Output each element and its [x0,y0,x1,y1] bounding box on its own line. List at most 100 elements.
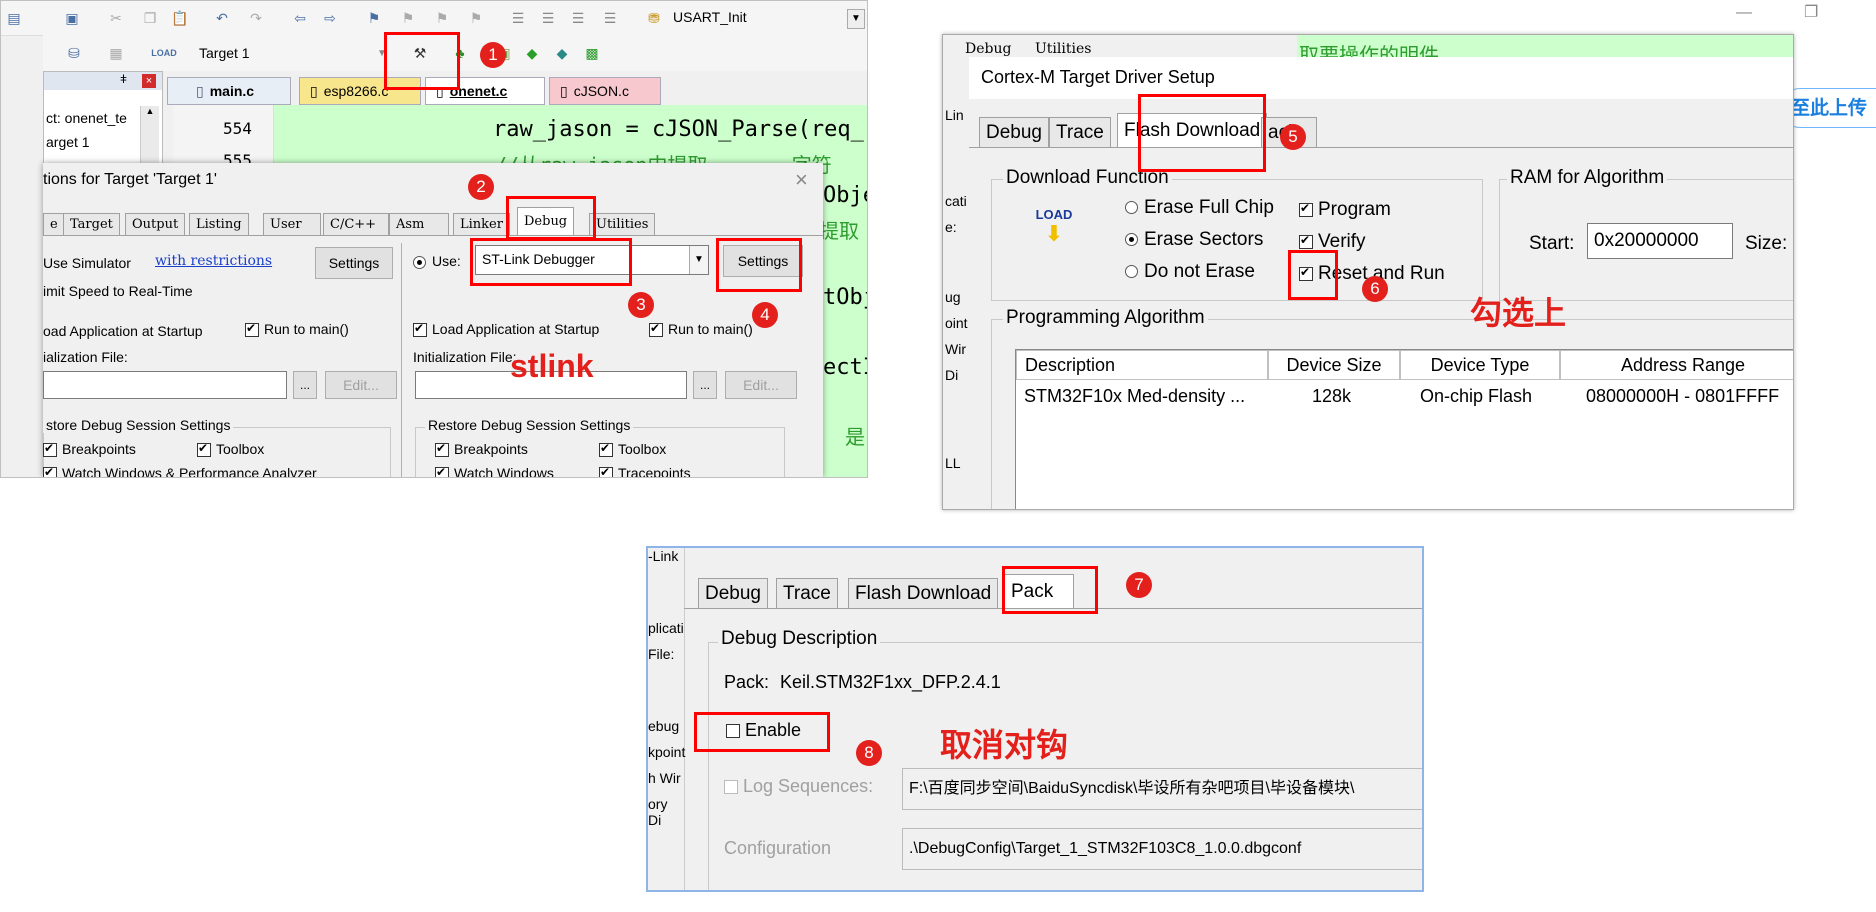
log-path-input[interactable]: F:\百度同步空间\BaiduSyncdisk\毕设所有杂吧项目\毕设备模块\ [902,768,1422,810]
tab-linker[interactable]: Linker [453,213,510,236]
tab-cpp[interactable]: C/C++ [323,213,389,236]
tab-debug[interactable]: Debug [979,117,1049,148]
col-header-device-type[interactable]: Device Type [1400,350,1560,380]
redo-icon[interactable]: ↷ [245,7,267,29]
run-to-main-left[interactable]: Run to main() [245,321,349,338]
checkbox-icon[interactable] [197,441,211,458]
breakpoints-right[interactable]: Breakpoints [435,441,528,458]
radio-icon[interactable] [1125,265,1138,279]
radio-icon[interactable] [413,255,426,269]
edit-left-button[interactable]: Edit... [325,371,397,399]
settings-button-left[interactable]: Settings [315,247,393,279]
browse-right-button[interactable]: ... [693,371,717,399]
comment-icon[interactable]: ☰ [567,7,589,29]
config-path-input[interactable]: .\DebugConfig\Target_1_STM32F103C8_1.0.0… [902,828,1422,870]
checkbox-icon[interactable] [599,465,613,477]
checkbox-icon[interactable] [1299,233,1313,249]
file-icon[interactable]: ▤ [3,7,25,29]
indent-icon[interactable]: ☰ [507,7,529,29]
pack-installer-icon[interactable]: ◆ [521,42,543,64]
minimize-icon[interactable]: — [1736,4,1752,22]
checkbox-icon[interactable] [1299,201,1313,217]
nav-forward-icon[interactable]: ⇨ [319,7,341,29]
tab-utilities[interactable]: Utilities [589,213,656,236]
tab-trace[interactable]: Trace [776,578,838,609]
use-simulator-label[interactable]: Use Simulator [43,255,131,271]
log-sequences-checkbox[interactable]: Log Sequences: [724,776,873,797]
bookmark-icon[interactable]: ⚑ [363,7,385,29]
tab-debug[interactable]: Debug [698,578,768,609]
watch-right[interactable]: Watch Windows [435,465,554,477]
project-target[interactable]: arget 1 [46,134,90,150]
batch-build-icon[interactable]: ▦ [105,42,127,64]
run-to-main-right[interactable]: Run to main() [649,321,753,338]
col-header-address-range[interactable]: Address Range [1560,350,1793,380]
close-pane-icon[interactable]: × [142,74,156,88]
radio-icon[interactable] [1125,201,1138,215]
program-checkbox[interactable]: Program [1299,199,1391,221]
checkbox-icon[interactable] [413,321,427,338]
file-tab-cjson[interactable]: ▯ cJSON.c [549,77,661,105]
tab-device[interactable]: e [43,213,65,236]
checkbox-icon[interactable] [435,465,449,477]
tab-flash-download[interactable]: Flash Download [848,578,999,609]
checkbox-icon[interactable] [599,441,613,458]
tab-output[interactable]: Output [125,213,186,236]
checkbox-icon[interactable] [724,780,738,795]
project-title[interactable]: ct: onenet_te [46,110,127,126]
table-row[interactable]: STM32F10x Med-density ... 128k On-chip F… [1016,382,1793,410]
close-icon[interactable]: × [795,167,808,193]
toolbox-left[interactable]: Toolbox [197,441,264,458]
file-tab-main[interactable]: ▯ main.c [167,77,291,105]
use-debugger-radio[interactable]: Use: [413,253,461,269]
tab-user[interactable]: User [263,213,321,236]
nav-back-icon[interactable]: ⇦ [289,7,311,29]
restore-icon[interactable]: ❐ [1804,2,1818,22]
tab-trace[interactable]: Trace [1049,117,1111,148]
init-file-left-input[interactable] [43,371,287,399]
manage-rte-icon[interactable]: ◆ [551,42,573,64]
col-header-device-size[interactable]: Device Size [1268,350,1400,380]
paste-icon[interactable]: 📋 [169,7,191,29]
pin-icon[interactable]: ǂ [120,72,127,86]
uncomment-icon[interactable]: ☰ [599,7,621,29]
col-header-description[interactable]: Description [1016,350,1268,380]
checkbox-icon[interactable] [245,321,259,338]
checkbox-icon[interactable] [435,441,449,458]
erase-sectors-radio[interactable]: Erase Sectors [1125,229,1263,251]
toolbox-right[interactable]: Toolbox [599,441,666,458]
limit-speed-label[interactable]: imit Speed to Real-Time [43,283,193,299]
software-packs-icon[interactable]: ▩ [581,42,603,64]
checkbox-icon[interactable] [649,321,663,338]
bookmark-prev-icon[interactable]: ⚑ [397,7,419,29]
function-dropdown[interactable]: USART_Init ▼ [673,9,867,29]
do-not-erase-radio[interactable]: Do not Erase [1125,261,1255,283]
browse-left-button[interactable]: ... [293,371,317,399]
edit-right-button[interactable]: Edit... [725,371,797,399]
start-input[interactable]: 0x20000000 [1587,223,1733,259]
watch-left[interactable]: Watch Windows & Performance Analyzer [43,465,317,477]
undo-icon[interactable]: ↶ [211,7,233,29]
find-in-files-icon[interactable]: ⛃ [643,7,665,29]
checkbox-icon[interactable] [43,465,57,477]
load-download-icon[interactable]: LOAD [151,42,177,64]
bookmark-clear-icon[interactable]: ⚑ [465,7,487,29]
radio-icon[interactable] [1125,233,1138,247]
with-restrictions-link[interactable]: with restrictions [155,253,272,269]
erase-full-radio[interactable]: Erase Full Chip [1125,197,1274,219]
load-app-right[interactable]: Load Application at Startup [413,321,599,338]
load-app-left-label[interactable]: oad Application at Startup [43,323,203,339]
checkbox-icon[interactable] [43,441,57,458]
unindent-icon[interactable]: ☰ [537,7,559,29]
bookmark-next-icon[interactable]: ⚑ [431,7,453,29]
copy-icon[interactable]: ❐ [139,7,161,29]
tab-target[interactable]: Target [63,213,120,236]
target-select[interactable]: Target 1 [199,45,250,61]
tab-listing[interactable]: Listing [189,213,249,236]
save-icon[interactable]: ▣ [61,7,83,29]
upload-link[interactable]: 至此上传 [1780,88,1876,128]
cut-icon[interactable]: ✂ [105,7,127,29]
tab-asm[interactable]: Asm [389,213,449,236]
tracepoints-right[interactable]: Tracepoints [599,465,691,477]
build-icon[interactable]: ⛁ [63,42,85,64]
